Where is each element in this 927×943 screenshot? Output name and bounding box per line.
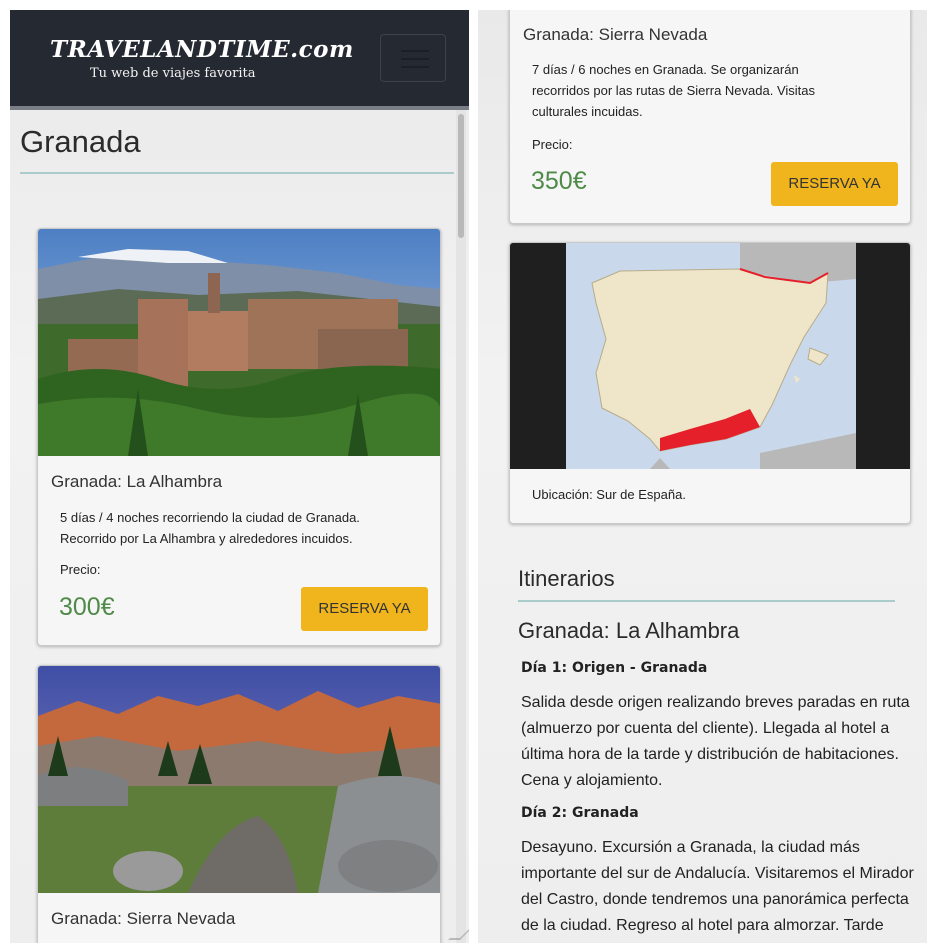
location-card: Ubicación: Sur de España. (509, 242, 911, 524)
hamburger-icon (401, 50, 429, 52)
right-viewport: Granada: Sierra Nevada 7 días / 6 noches… (478, 10, 927, 943)
day-description: Salida desde origen realizando breves pa… (521, 694, 910, 789)
card-title: Granada: La Alhambra (51, 472, 223, 491)
brand-logo[interactable]: TRAVELANDTIME.com (50, 36, 354, 63)
brand-tagline: Tu web de viajes favorita (90, 66, 256, 81)
reserve-button[interactable]: RESERVA YA (771, 162, 898, 206)
price-value: 300€ (59, 593, 115, 621)
hamburger-icon-line (401, 58, 429, 60)
title-divider (20, 172, 454, 174)
left-viewport: TRAVELANDTIME.com Tu web de viajes favor… (10, 10, 469, 943)
alhambra-image (38, 229, 440, 456)
day-description: Desayuno. Excursión a Granada, la ciudad… (521, 839, 914, 934)
scrollbar[interactable] (456, 110, 466, 943)
itinerary-divider (518, 600, 895, 602)
reserve-button[interactable]: RESERVA YA (301, 587, 428, 631)
sierra-nevada-image (38, 666, 440, 893)
day-title: Día 2: Granada (521, 805, 639, 821)
tour-card-sierra-nevada: Granada: Sierra Nevada (37, 665, 441, 943)
price-value: 350€ (531, 167, 587, 195)
itinerary-trip-title: Granada: La Alhambra (518, 618, 740, 643)
card-title: Granada: Sierra Nevada (51, 909, 236, 928)
card-description: 7 días / 6 noches en Granada. Se organiz… (532, 62, 815, 119)
itinerary-section-title: Itinerarios (518, 566, 615, 591)
location-caption: Ubicación: Sur de España. (532, 487, 686, 502)
price-label: Precio: (60, 562, 101, 577)
price-label: Precio: (532, 137, 573, 152)
navbar: TRAVELANDTIME.com Tu web de viajes favor… (10, 10, 469, 110)
hamburger-icon-line (401, 66, 429, 68)
scrollbar-thumb[interactable] (458, 114, 464, 238)
card-title: Granada: Sierra Nevada (523, 25, 708, 44)
day-title: Día 1: Origen - Granada (521, 660, 708, 676)
card-description: 5 días / 4 noches recorriendo la ciudad … (60, 510, 360, 546)
page-title: Granada (20, 124, 141, 159)
tour-card-sierra-nevada-details: Granada: Sierra Nevada 7 días / 6 noches… (509, 10, 911, 224)
menu-toggle-button[interactable] (380, 34, 446, 82)
tour-card-alhambra: Granada: La Alhambra 5 días / 4 noches r… (37, 228, 441, 646)
spain-map-image (510, 243, 910, 469)
